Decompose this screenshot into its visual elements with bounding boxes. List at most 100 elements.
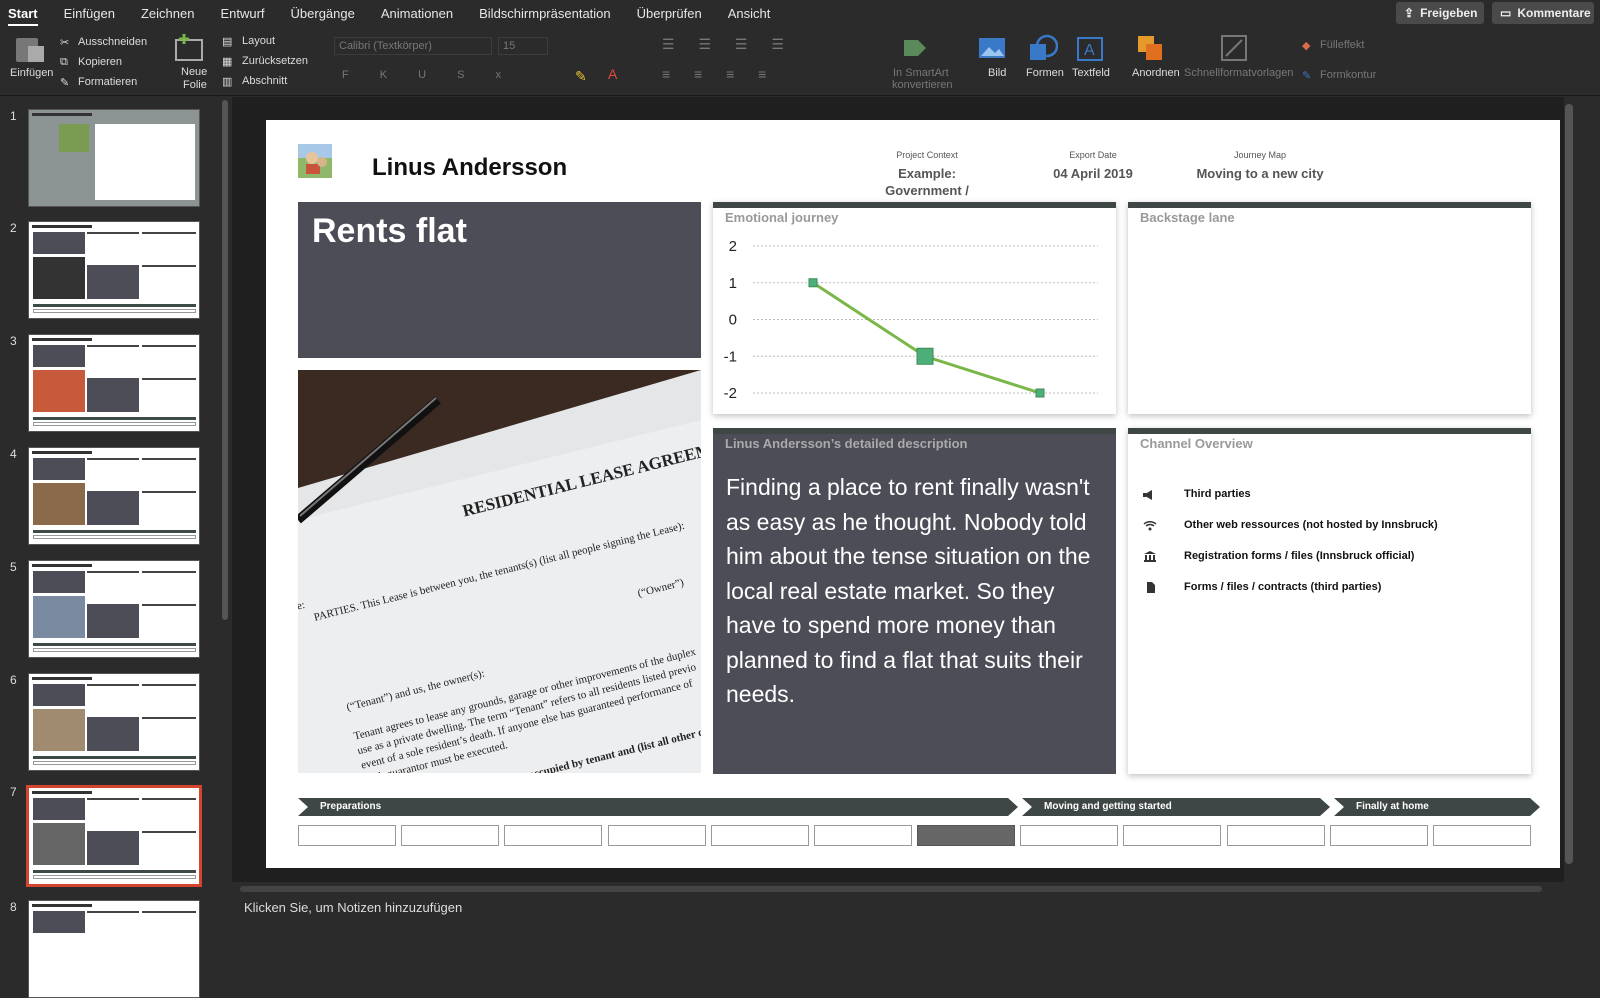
menu-bar: Start Einfügen Zeichnen Entwurf Übergäng… (0, 0, 1600, 26)
step-cell[interactable] (607, 825, 706, 846)
notes-placeholder[interactable]: Klicken Sie, um Notizen hinzuzufügen (244, 900, 462, 915)
project-context-value-1[interactable]: Example: (872, 166, 982, 181)
textbox-button[interactable]: Textfeld (1072, 67, 1110, 79)
smartart-icon[interactable] (902, 36, 930, 60)
step-cell[interactable] (504, 825, 603, 846)
channel-overview-panel[interactable]: Channel Overview Third parties Other web… (1128, 428, 1531, 774)
text-format-icons[interactable]: F K U S x (342, 69, 515, 81)
step-cell[interactable] (1123, 825, 1222, 846)
layout-icon[interactable]: ▤ (222, 35, 232, 48)
smartart-label-1[interactable]: In SmartArt (893, 67, 949, 79)
reset-button[interactable]: Zurücksetzen (242, 55, 308, 67)
project-context-value-2[interactable]: Government / (872, 183, 982, 198)
cut-button[interactable]: Ausschneiden (78, 36, 147, 48)
smartart-label-2[interactable]: konvertieren (892, 79, 953, 91)
arrange-icon[interactable] (1136, 34, 1164, 62)
font-size-select[interactable]: 15 (498, 37, 548, 55)
journey-map-label: Journey Map (1233, 150, 1287, 160)
detailed-description-box[interactable]: Linus Andersson’s detailed description F… (713, 428, 1116, 774)
layout-button[interactable]: Layout (242, 35, 275, 47)
share-button[interactable]: ⇪ Freigeben (1396, 2, 1484, 24)
detailed-description-title: Linus Andersson’s detailed description (725, 436, 968, 451)
font-family-select[interactable]: Calibri (Textkörper) (334, 37, 492, 55)
reset-icon[interactable]: ▦ (222, 55, 232, 68)
phase-moving[interactable]: Moving and getting started (1022, 798, 1330, 816)
menu-view[interactable]: Ansicht (728, 6, 771, 21)
slide-number: 2 (10, 221, 17, 235)
emotional-journey-panel[interactable]: Emotional journey 2 1 0 -1 -2 (713, 202, 1116, 414)
fill-icon[interactable]: ◆ (1302, 39, 1310, 52)
step-cell[interactable] (1329, 825, 1428, 846)
fill-button[interactable]: Fülleffekt (1320, 39, 1364, 51)
lease-document-photo[interactable]: RESIDENTIAL LEASE AGREEME ite: PARTIES. … (298, 370, 701, 773)
phase-home[interactable]: Finally at home (1334, 798, 1540, 816)
step-title-box[interactable]: Rents flat (298, 202, 701, 358)
emotion-point[interactable] (1035, 388, 1045, 398)
export-date-label: Export Date (1069, 150, 1117, 160)
section-icon[interactable]: ▥ (222, 75, 232, 88)
canvas-horizontal-scrollbar[interactable] (240, 886, 1542, 892)
step-cell[interactable] (298, 825, 397, 846)
format-painter-button[interactable]: Formatieren (78, 76, 137, 88)
journey-map-value[interactable]: Moving to a new city (1180, 166, 1340, 181)
outline-icon[interactable]: ✎ (1302, 69, 1311, 82)
format-painter-icon[interactable]: ✎ (60, 76, 69, 89)
menu-slideshow[interactable]: Bildschirmpräsentation (479, 6, 611, 21)
thumb-photo (59, 124, 89, 152)
paste-label[interactable]: Einfügen (10, 67, 53, 79)
new-slide-label-1[interactable]: Neue (181, 66, 207, 78)
quick-styles-icon[interactable] (1220, 34, 1248, 62)
new-slide-icon[interactable] (174, 32, 206, 64)
step-cell[interactable] (710, 825, 809, 846)
shapes-icon[interactable] (1028, 34, 1058, 62)
backstage-lane-title: Backstage lane (1140, 210, 1235, 225)
copy-icon[interactable]: ⧉ (60, 56, 68, 69)
persona-name[interactable]: Linus Andersson (372, 154, 567, 182)
quick-styles-button[interactable]: Schnellformatvorlagen (1184, 67, 1293, 79)
menu-review[interactable]: Überprüfen (637, 6, 702, 21)
menu-transitions[interactable]: Übergänge (291, 6, 355, 21)
y-tick-label: 1 (729, 275, 737, 292)
menu-draw[interactable]: Zeichnen (141, 6, 194, 21)
menu-animations[interactable]: Animationen (381, 6, 453, 21)
step-cell-active[interactable] (917, 825, 1016, 846)
menu-insert[interactable]: Einfügen (64, 6, 115, 21)
channel-item-web-resources: Other web ressources (not hosted by Inns… (1142, 519, 1438, 531)
picture-button[interactable]: Bild (988, 67, 1006, 79)
shapes-button[interactable]: Formen (1026, 67, 1064, 79)
channel-overview-title: Channel Overview (1140, 436, 1253, 451)
picture-icon[interactable] (978, 36, 1006, 60)
menu-start[interactable]: Start (8, 6, 38, 26)
canvas-scrollbar[interactable] (1565, 104, 1573, 864)
copy-button[interactable]: Kopieren (78, 56, 122, 68)
paste-icon[interactable] (12, 36, 50, 64)
step-cell[interactable] (1432, 825, 1531, 846)
cut-icon[interactable]: ✂ (60, 36, 69, 49)
step-cell[interactable] (1020, 825, 1119, 846)
step-cell[interactable] (813, 825, 912, 846)
align-icons[interactable]: ≡ ≡ ≡ ≡ (662, 66, 776, 82)
notes-pane[interactable]: Klicken Sie, um Notizen hinzuzufügen (232, 896, 1600, 938)
backstage-lane-panel[interactable]: Backstage lane (1128, 202, 1531, 414)
emotion-point[interactable] (808, 278, 818, 288)
new-slide-label-2[interactable]: Folie (183, 79, 207, 91)
emotion-point[interactable] (916, 347, 934, 365)
slide-thumbnail-panel[interactable]: 1 2 3 4 5 6 7 8 (0, 97, 228, 998)
thumbnail-scrollbar[interactable] (222, 100, 228, 620)
menu-design[interactable]: Entwurf (220, 6, 264, 21)
list-icons[interactable]: ☰ ☰ ☰ ☰ (662, 36, 794, 53)
textbox-icon[interactable]: A (1076, 36, 1104, 62)
arrange-button[interactable]: Anordnen (1132, 67, 1180, 79)
step-cell[interactable] (401, 825, 500, 846)
font-color-icon[interactable]: A (608, 66, 617, 82)
outline-button[interactable]: Formkontur (1320, 69, 1376, 81)
step-cell[interactable] (1226, 825, 1325, 846)
slide-thumb-image (28, 334, 200, 432)
highlight-icon[interactable]: ✎ (575, 68, 587, 85)
channel-label: Registration forms / files (Innsbruck of… (1184, 550, 1415, 562)
phase-preparations[interactable]: Preparations (298, 798, 1018, 816)
slide[interactable]: Linus Andersson Project Context Example:… (266, 120, 1560, 868)
comments-button[interactable]: ▭ Kommentare (1492, 2, 1594, 24)
export-date-value[interactable]: 04 April 2019 (1038, 166, 1148, 181)
section-button[interactable]: Abschnitt (242, 75, 287, 87)
